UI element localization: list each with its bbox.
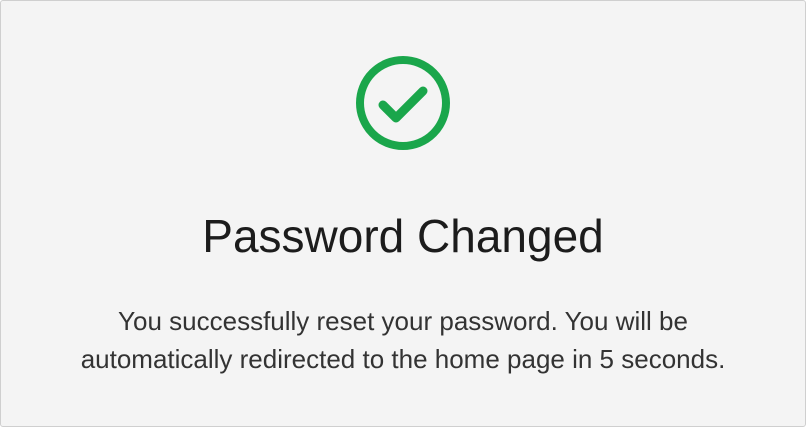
success-card: Password Changed You successfully reset … bbox=[0, 0, 806, 427]
message-line: automatically redirected to the home pag… bbox=[80, 344, 726, 374]
page-title: Password Changed bbox=[202, 210, 604, 262]
success-message: You successfully reset your password. Yo… bbox=[1, 302, 805, 378]
message-line: You successfully reset your password. Yo… bbox=[118, 306, 688, 336]
check-circle-icon bbox=[354, 54, 452, 152]
